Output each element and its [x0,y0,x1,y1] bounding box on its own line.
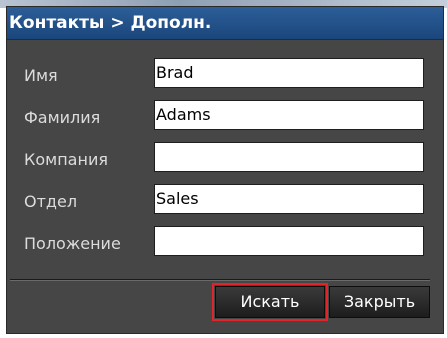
search-button[interactable]: Искать [212,283,328,321]
first-name-field[interactable]: Brad [154,58,424,88]
row-last-name: Фамилия Adams [16,100,436,134]
department-label: Отдел [24,192,78,211]
position-label: Положение [24,234,121,253]
last-name-field[interactable]: Adams [154,100,424,130]
last-name-label: Фамилия [24,108,101,127]
company-label: Компания [24,150,108,169]
dialog-title: Контакты > Дополн. [9,13,212,33]
row-first-name: Имя Brad [16,58,436,92]
position-field[interactable] [154,226,424,256]
first-name-label: Имя [24,66,58,85]
row-department: Отдел Sales [16,184,436,218]
footer-separator [10,279,430,281]
company-field[interactable] [154,142,424,172]
form-panel: Имя Brad Фамилия Adams Компания Отдел Sa… [16,52,436,286]
row-company: Компания [16,142,436,176]
row-position: Положение [16,226,436,260]
department-field[interactable]: Sales [154,184,424,214]
close-button[interactable]: Закрыть [329,286,430,318]
title-bar: Контакты > Дополн. [7,7,443,40]
